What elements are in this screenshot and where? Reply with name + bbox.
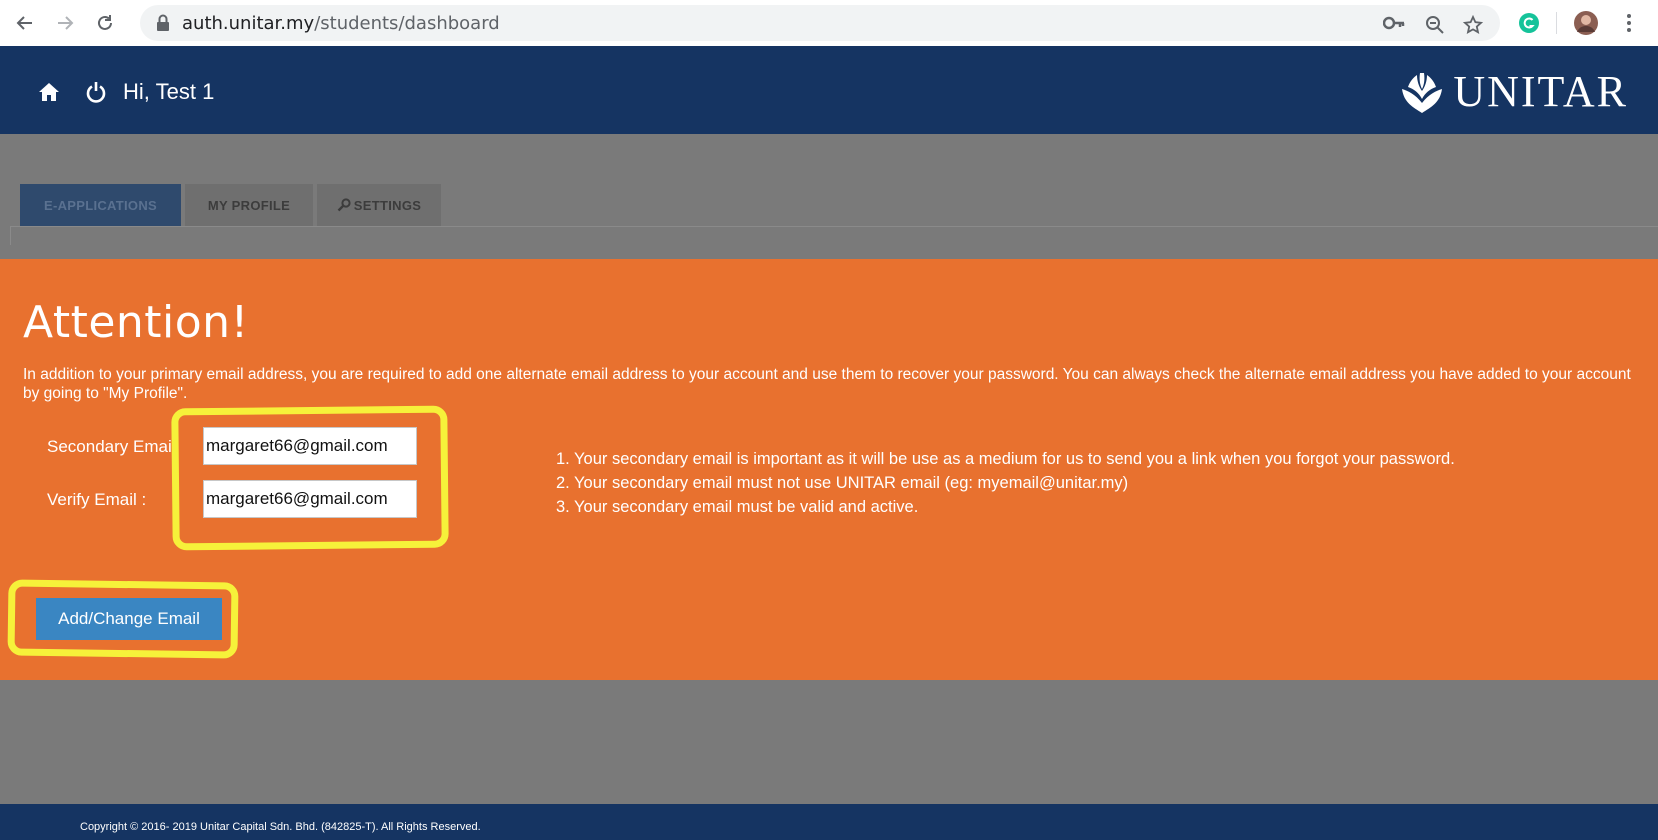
lock-icon [156, 14, 170, 37]
tab-e-applications[interactable]: E-APPLICATIONS [20, 184, 181, 226]
browser-toolbar: auth.unitar.my/students/dashboard [0, 0, 1658, 47]
fields-highlight-annotation [171, 405, 449, 551]
tab-bar: E-APPLICATIONS MY PROFILE SETTINGS [20, 184, 445, 226]
attention-modal: Attention! In addition to your primary e… [0, 259, 1658, 680]
modal-title: Attention! [23, 297, 249, 348]
key-settings-icon [337, 198, 351, 212]
unitar-logo[interactable]: UNITAR [1399, 66, 1628, 117]
tab-settings[interactable]: SETTINGS [317, 184, 441, 226]
zoom-icon[interactable] [1425, 15, 1445, 35]
star-icon[interactable] [1463, 15, 1483, 35]
tab-my-profile[interactable]: MY PROFILE [185, 184, 313, 226]
home-icon[interactable] [38, 82, 60, 107]
url-path: /students/dashboard [314, 13, 500, 34]
url-domain: auth.unitar.my [182, 13, 315, 34]
power-icon[interactable] [86, 81, 106, 108]
copyright-text: Copyright © 2016- 2019 Unitar Capital Sd… [80, 821, 481, 833]
tab-settings-label: SETTINGS [353, 197, 422, 213]
grammarly-icon[interactable] [1515, 9, 1543, 37]
rule-item: 2. Your secondary email must not use UNI… [556, 474, 1129, 492]
email-rules-list: 1. Your secondary email is important as … [556, 447, 1455, 519]
rule-item: 3. Your secondary email must be valid an… [556, 498, 919, 516]
menu-kebab-icon[interactable] [1615, 9, 1643, 37]
verify-email-label: Verify Email : [47, 490, 147, 509]
toolbar-divider [1556, 12, 1557, 34]
url-text: auth.unitar.my/students/dashboard [182, 13, 500, 34]
unitar-book-icon [1402, 72, 1443, 113]
rule-item: 1. Your secondary email is important as … [556, 450, 1455, 468]
address-bar[interactable]: auth.unitar.my/students/dashboard [140, 5, 1500, 41]
modal-intro-text: In addition to your primary email addres… [23, 366, 1631, 402]
forward-icon[interactable] [50, 8, 80, 38]
key-icon[interactable] [1383, 15, 1405, 31]
back-icon[interactable] [10, 8, 40, 38]
secondary-email-label: Secondary Email [47, 437, 176, 456]
panel-border [10, 226, 1658, 245]
logo-wordmark: UNITAR [1453, 67, 1628, 116]
button-highlight-annotation [7, 579, 239, 659]
profile-avatar[interactable] [1572, 9, 1600, 37]
app-header: Hi, Test 1 UNITAR [0, 46, 1658, 134]
reload-icon[interactable] [90, 8, 120, 38]
page-footer: Copyright © 2016- 2019 Unitar Capital Sd… [0, 804, 1658, 840]
greeting-text: Hi, Test 1 [123, 79, 215, 104]
